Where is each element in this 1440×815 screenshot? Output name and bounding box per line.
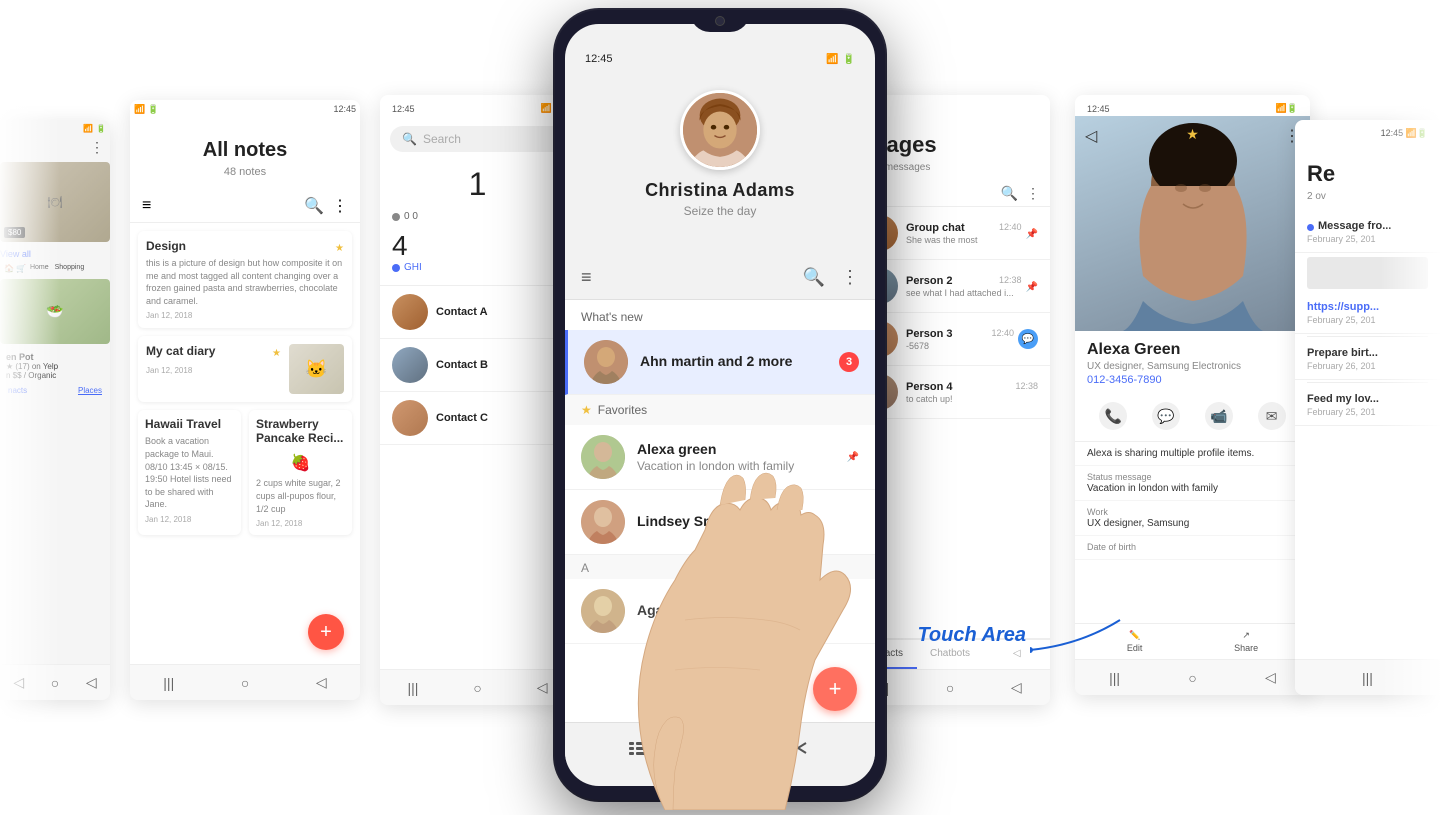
main-phone: 12:45 📶 🔋: [555, 10, 885, 800]
contact-birthdate: Date of birth: [1075, 536, 1310, 560]
favorites-label-text: Favorites: [598, 403, 647, 417]
notes-title: All notes: [130, 119, 360, 166]
message-name-lindsey: Lindsey Smith: [637, 513, 859, 529]
message-content-lindsey: Lindsey Smith: [637, 513, 859, 531]
bottom-nav-re: |||: [1295, 659, 1440, 695]
note-hawaii: Hawaii Travel Book a vacation package to…: [138, 410, 241, 535]
message-item-lindsey[interactable]: Lindsey Smith: [565, 490, 875, 555]
re-item-3: Prepare birt... February 26, 201: [1295, 339, 1440, 380]
contact-video-btn[interactable]: 📹: [1205, 402, 1233, 433]
status-bar: 12:45 📶 🔋: [565, 48, 875, 70]
favorites-section: ★ Favorites: [565, 395, 875, 425]
calendar-date: 1: [380, 158, 575, 211]
phone-screen: 12:45 📶 🔋: [565, 24, 875, 786]
fab-button[interactable]: +: [813, 667, 857, 711]
profile-name: Christina Adams: [645, 180, 795, 201]
search-icon[interactable]: 🔍: [803, 267, 825, 288]
message-name-alexa: Alexa green: [637, 441, 843, 457]
notes-count: 48 notes: [130, 166, 360, 178]
action-bar: ≡ 🔍 ⋮: [565, 256, 875, 300]
notes-status-bar: 📶 🔋 12:45: [130, 100, 360, 119]
food-image-1: 🍽 $80: [0, 162, 110, 242]
phone-camera: [715, 16, 725, 26]
contact-phone[interactable]: 012-3456-7890: [1075, 372, 1310, 394]
message-item-agatha[interactable]: Agatha: [565, 579, 875, 644]
messages-section: What's new Ahn martin and 2 more 3: [565, 300, 875, 726]
search-bar[interactable]: 🔍 Search: [390, 126, 565, 152]
status-time: 12:45: [585, 53, 613, 65]
nav-back[interactable]: [623, 734, 651, 762]
notes-add-btn[interactable]: +: [308, 614, 344, 650]
contact-work: Work UX designer, Samsung: [1075, 501, 1310, 536]
food-image-2: 🥗: [0, 279, 110, 344]
touch-area-annotation: Touch Area: [917, 615, 1130, 655]
profile-section: Christina Adams Seize the day: [565, 70, 875, 233]
note-design: Design ★ this is a picture of design but…: [138, 231, 352, 328]
touch-area-label: Touch Area: [917, 624, 1026, 647]
message-name-agatha: Agatha: [637, 602, 859, 618]
note-strawberry: Strawberry Pancake Reci... 🍓 2 cups whit…: [249, 410, 352, 535]
bottom-navigation: [565, 722, 875, 772]
message-item-alexa[interactable]: Alexa green Vacation in london with fami…: [565, 425, 875, 490]
re-item-2: https://supp... February 25, 201: [1295, 293, 1440, 334]
bottom-nav-contact: ||| ○ ◁: [1075, 659, 1310, 695]
mini-status-left: 📶🔋: [0, 120, 110, 137]
message-avatar-lindsey: [581, 500, 625, 544]
contact-call-btn[interactable]: 📞: [1099, 402, 1127, 433]
panel-re: 12:45 📶🔋 Re 2 ov Message fro... February…: [1295, 120, 1440, 695]
contact-message-btn[interactable]: 💬: [1152, 402, 1180, 433]
search-placeholder: Search: [423, 132, 461, 146]
panel-far-left: 📶🔋 ⋮ 🍽 $80 View all 🏠🛒 HomeShopping 🥗 en…: [0, 120, 110, 700]
contact-name: Alexa Green: [1075, 331, 1310, 361]
message-avatar-alexa: [581, 435, 625, 479]
message-badge-ahn: 3: [839, 352, 859, 372]
notes-toolbar: ≡ 🔍 ⋮: [130, 190, 360, 223]
star-icon: ★: [581, 403, 592, 417]
profile-avatar: [680, 90, 760, 170]
contact-sharing-note: Alexa is sharing multiple profile items.: [1075, 442, 1310, 466]
pin-icon-alexa: 📌: [847, 452, 859, 463]
contact-actions: 📞 💬 📹 ✉: [1075, 394, 1310, 442]
re-count: 2 ov: [1295, 191, 1440, 212]
message-content-ahn: Ahn martin and 2 more: [640, 353, 839, 371]
bottom-nav-far-left: ◁ ○ ◁: [0, 664, 110, 700]
contact-email-btn[interactable]: ✉: [1258, 402, 1286, 433]
more-icon[interactable]: ⋮: [841, 267, 859, 288]
message-preview-alexa: Vacation in london with family: [637, 459, 843, 473]
message-avatar-ahn: [584, 340, 628, 384]
menu-icon[interactable]: ≡: [581, 267, 592, 288]
panel-contact: 12:45 📶🔋 ◁ ⋮ ★ Alexa Green UX d: [1075, 95, 1310, 695]
bottom-nav-notes: ||| ○ ◁: [130, 664, 360, 700]
contact-photo: ◁ ⋮ ★: [1075, 116, 1310, 331]
contact-role: UX designer, Samsung Electronics: [1075, 361, 1310, 372]
profile-subtitle: Seize the day: [684, 204, 757, 218]
nav-home[interactable]: [706, 734, 734, 762]
message-content-alexa: Alexa green Vacation in london with fami…: [637, 441, 843, 473]
message-content-agatha: Agatha: [637, 602, 859, 620]
contact-star[interactable]: ★: [1186, 126, 1199, 143]
calendar-date-4: 4: [380, 222, 575, 262]
touch-area-arrow: [1030, 615, 1130, 655]
phone-notch: [690, 10, 750, 32]
re-item-4: Feed my lov... February 25, 201: [1295, 385, 1440, 426]
message-name-ahn: Ahn martin and 2 more: [640, 353, 839, 369]
share-btn[interactable]: ↗ Share: [1234, 630, 1258, 653]
status-icons: 📶 🔋: [826, 54, 855, 65]
re-title: Re: [1295, 141, 1440, 191]
section-letter-a: A: [565, 555, 875, 579]
bottom-nav-calendar: ||| ○ ◁: [380, 669, 575, 705]
re-item-1: Message fro... February 25, 201: [1295, 212, 1440, 253]
panel-calendar: 12:45 📶🔋 🔍 Search 1 0 0 4 GHI Contact A …: [380, 95, 575, 705]
phone-frame: 12:45 📶 🔋: [555, 10, 885, 800]
message-avatar-agatha: [581, 589, 625, 633]
note-cat-diary: My cat diary ★ Jan 12, 2018 🐱: [138, 336, 352, 402]
view-all-btn[interactable]: View all: [0, 246, 110, 262]
contact-back-btn[interactable]: ◁: [1085, 126, 1097, 146]
contact-status-msg: Status message Vacation in london with f…: [1075, 466, 1310, 501]
whats-new-label: What's new: [565, 300, 875, 330]
re-link-block: [1307, 257, 1428, 289]
nav-recents[interactable]: [789, 734, 817, 762]
message-item-ahn[interactable]: Ahn martin and 2 more 3: [565, 330, 875, 395]
panel-notes: 📶 🔋 12:45 All notes 48 notes ≡ 🔍 ⋮ Desig…: [130, 100, 360, 700]
